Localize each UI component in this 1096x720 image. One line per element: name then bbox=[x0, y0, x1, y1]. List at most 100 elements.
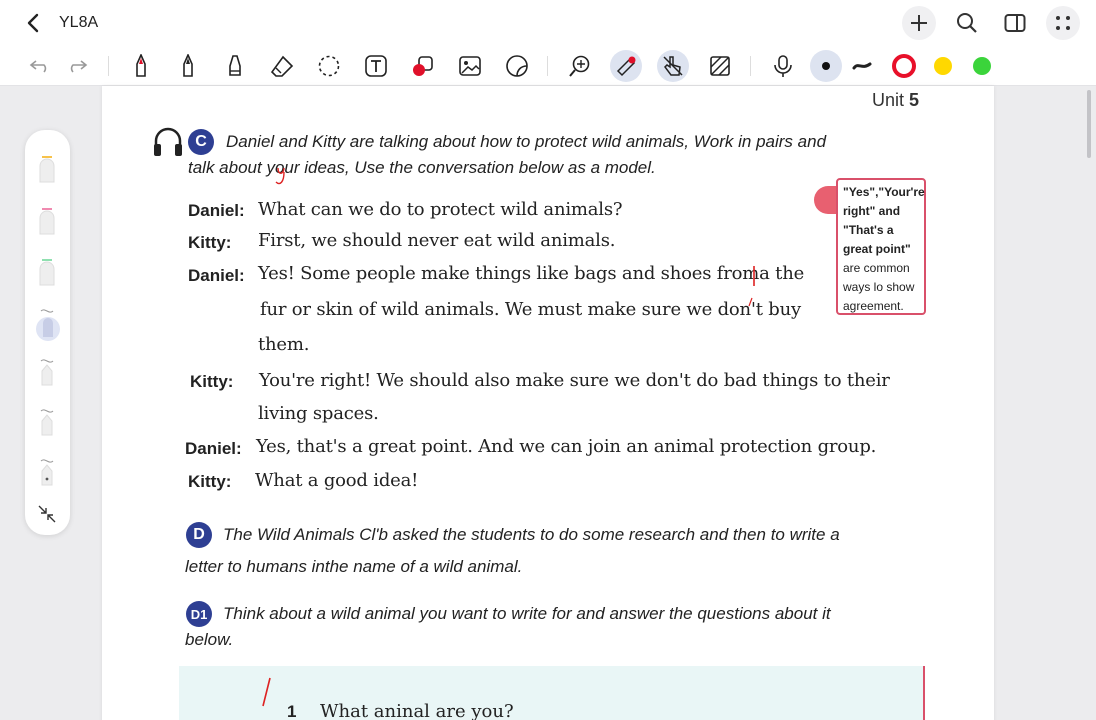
shape-tool[interactable] bbox=[407, 50, 439, 82]
section-d1-line2: below. bbox=[185, 630, 234, 649]
question-text: What aninal are you? bbox=[320, 701, 514, 720]
note-line: ways lo show bbox=[843, 280, 915, 294]
pen-preset-icon bbox=[39, 156, 55, 183]
lasso-tool[interactable] bbox=[313, 50, 345, 82]
pen-preset-gray[interactable] bbox=[35, 357, 59, 387]
note-line: agreement. bbox=[843, 299, 904, 313]
dialogue-line: them. bbox=[258, 334, 310, 355]
toolbar-separator bbox=[108, 56, 109, 76]
highlighter-icon bbox=[229, 55, 241, 76]
stroke-thin-button[interactable] bbox=[810, 50, 842, 82]
microphone-icon bbox=[774, 55, 792, 77]
color-yellow-swatch[interactable] bbox=[927, 50, 959, 82]
red-ring-swatch-icon bbox=[892, 54, 916, 78]
dialogue-line: living spaces. bbox=[258, 403, 379, 424]
pen-preset-pink[interactable] bbox=[35, 206, 59, 236]
highlighter-tool[interactable] bbox=[219, 50, 251, 82]
back-arrow-icon bbox=[27, 13, 39, 33]
handwriting-mark bbox=[748, 297, 753, 307]
pen-palette bbox=[25, 130, 70, 535]
question-number: 1 bbox=[287, 702, 297, 720]
pen-preset-selected[interactable] bbox=[35, 307, 60, 341]
dialogue-speaker: Daniel: bbox=[188, 201, 245, 220]
dialogue-speaker: Kitty: bbox=[188, 472, 232, 491]
toolbar-separator bbox=[750, 56, 751, 76]
sticker-tool[interactable] bbox=[501, 50, 533, 82]
note-line: are common bbox=[843, 261, 910, 275]
redo-icon bbox=[70, 60, 88, 73]
pattern-icon bbox=[710, 56, 730, 76]
touch-pen-icon bbox=[663, 56, 683, 76]
drawing-toolbar bbox=[0, 46, 1096, 86]
laser-pointer-tool[interactable] bbox=[610, 50, 642, 82]
eraser-tool[interactable] bbox=[266, 50, 298, 82]
section-d-line1: The Wild Animals Cl'b asked the students… bbox=[223, 525, 840, 544]
pen-preset-icon bbox=[40, 359, 54, 386]
search-icon bbox=[957, 13, 977, 33]
dialogue-line: fur or skin of wild animals. We must mak… bbox=[260, 299, 801, 320]
note-line: right" and bbox=[843, 204, 901, 218]
dialogue-speaker: Daniel: bbox=[188, 266, 245, 285]
dialogue-speaker: Kitty: bbox=[190, 372, 234, 391]
pen-tool[interactable] bbox=[125, 50, 157, 82]
add-button[interactable] bbox=[902, 6, 936, 40]
zoom-icon bbox=[569, 55, 590, 77]
fountain-pen-tool[interactable] bbox=[172, 50, 204, 82]
plus-icon bbox=[911, 15, 927, 31]
laser-pointer-icon bbox=[616, 56, 636, 77]
dialogue-speaker: Daniel: bbox=[185, 439, 242, 458]
unit-text: Unit bbox=[871, 90, 904, 110]
unit-number: 5 bbox=[908, 90, 919, 110]
dialogue-line: Yes! Some people make things like bags a… bbox=[258, 263, 805, 284]
sidebar-toggle-button[interactable] bbox=[998, 6, 1032, 40]
search-button[interactable] bbox=[950, 6, 984, 40]
zoom-tool[interactable] bbox=[564, 50, 596, 82]
thin-stroke-icon bbox=[822, 62, 830, 70]
pen-preset-icon bbox=[36, 309, 60, 341]
back-button[interactable] bbox=[18, 8, 48, 38]
pattern-tool[interactable] bbox=[704, 50, 736, 82]
image-tool[interactable] bbox=[454, 50, 486, 82]
undo-button[interactable] bbox=[24, 50, 56, 82]
pen-preset-yellow[interactable] bbox=[35, 154, 59, 184]
dialogue-line: First, we should never eat wild animals. bbox=[258, 230, 616, 251]
pen-preset-icon bbox=[40, 409, 54, 436]
fountain-pen-icon bbox=[183, 54, 193, 77]
color-red-swatch[interactable] bbox=[888, 50, 920, 82]
image-icon bbox=[459, 56, 481, 76]
collapse-icon bbox=[38, 505, 56, 523]
eraser-icon bbox=[270, 55, 294, 77]
text-tool[interactable] bbox=[360, 50, 392, 82]
section-c-line2: talk about your ideas, Use the conversat… bbox=[188, 158, 656, 177]
undo-icon bbox=[29, 60, 47, 73]
vertical-scrollbar[interactable] bbox=[1087, 90, 1091, 158]
section-d-line2: letter to humans inthe name of a wild an… bbox=[185, 557, 523, 576]
more-grid-icon bbox=[1056, 16, 1070, 30]
document-page[interactable]: Unit 5 C Daniel and Kitty are talking ab… bbox=[102, 86, 994, 720]
pen-preset-icon bbox=[39, 208, 55, 235]
yellow-swatch-icon bbox=[934, 57, 952, 75]
color-green-swatch[interactable] bbox=[966, 50, 998, 82]
dialogue-line: Yes, that's a great point. And we can jo… bbox=[256, 436, 877, 457]
touch-pen-tool[interactable] bbox=[657, 50, 689, 82]
note-line: "That's a bbox=[843, 223, 894, 237]
pen-preset-icon bbox=[39, 259, 55, 286]
record-audio-button[interactable] bbox=[767, 50, 799, 82]
pen-preset-icon bbox=[40, 459, 54, 486]
pen-preset-gray-2[interactable] bbox=[35, 407, 59, 437]
top-right-actions bbox=[902, 6, 1080, 40]
redo-button[interactable] bbox=[61, 50, 93, 82]
collapse-palette-button[interactable] bbox=[35, 502, 59, 526]
document-title: YL8A bbox=[59, 14, 99, 31]
more-button[interactable] bbox=[1046, 6, 1080, 40]
section-d-badge: D bbox=[186, 522, 212, 548]
brush-stroke-icon bbox=[852, 62, 872, 70]
shape-icon bbox=[413, 56, 433, 76]
text-icon bbox=[365, 55, 387, 77]
stroke-brush-button[interactable] bbox=[846, 50, 878, 82]
dialogue-line: You're right! We should also make sure w… bbox=[259, 370, 890, 391]
handwriting-mark bbox=[753, 266, 755, 286]
pen-preset-gray-3[interactable] bbox=[35, 457, 59, 487]
pen-preset-green[interactable] bbox=[35, 257, 59, 287]
dialogue-line: What can we do to protect wild animals? bbox=[258, 199, 623, 220]
